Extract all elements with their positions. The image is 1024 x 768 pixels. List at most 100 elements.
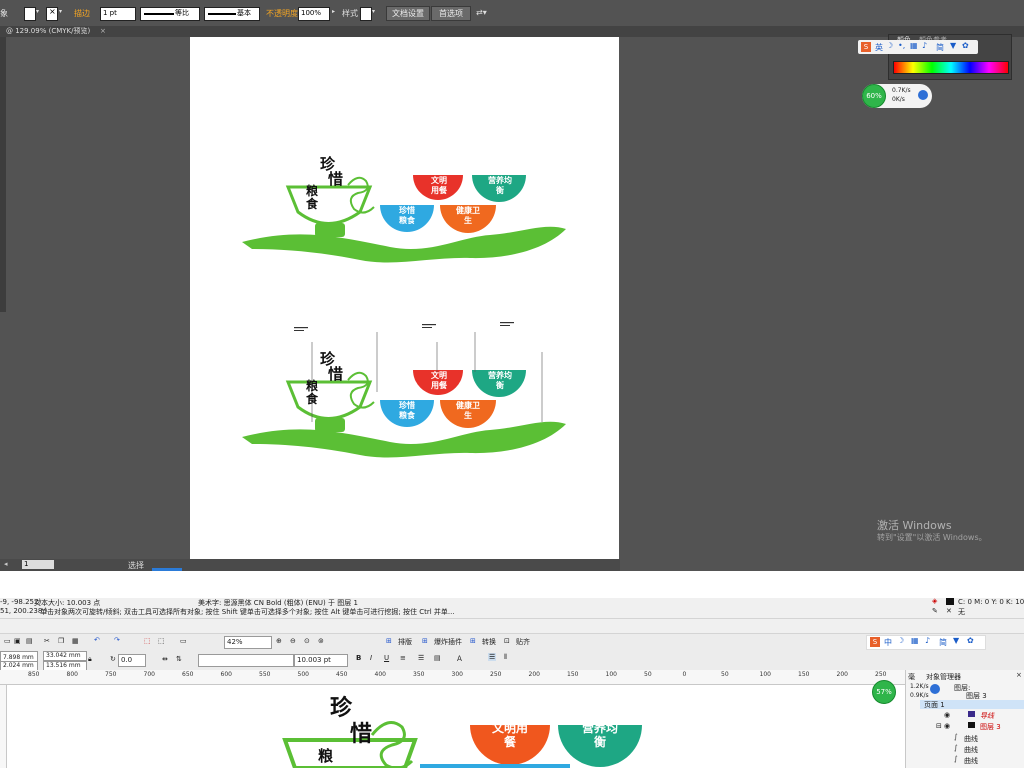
ruler-tick-label: 800 xyxy=(66,671,78,678)
brush-definition[interactable]: 基本 xyxy=(204,7,260,21)
horizontal-text-icon[interactable]: ☰ xyxy=(488,653,497,661)
variable-width-profile[interactable]: 等比 xyxy=(140,7,200,21)
skin-icon[interactable]: ▼ xyxy=(953,636,959,645)
quote-icon[interactable]: •, xyxy=(898,41,905,50)
menu-layout[interactable]: 排版 xyxy=(398,637,412,647)
ruler-tick-label: 50 xyxy=(721,671,729,678)
cut-icon[interactable]: ✂ xyxy=(44,637,50,645)
paste-icon[interactable]: ▦ xyxy=(72,637,79,645)
skin-icon[interactable]: ▼ xyxy=(950,41,956,50)
print-icon[interactable]: ▤ xyxy=(26,637,33,645)
font-size-field[interactable]: 10.003 pt xyxy=(294,654,348,667)
menu-plugin[interactable]: 爆炸插件 xyxy=(434,637,462,647)
menu-convert[interactable]: 转换 xyxy=(482,637,496,647)
color-spectrum[interactable] xyxy=(893,61,1009,74)
object-item[interactable]: 曲线 xyxy=(964,734,978,744)
preferences-button[interactable]: 首选项 xyxy=(431,6,471,21)
zoom-level-dropdown[interactable]: 42% xyxy=(224,636,272,649)
bold-icon[interactable]: B xyxy=(356,654,361,662)
ime-toolbar-2[interactable]: S 中 ☽ ▦ ♪ 简 ▼ ✿ xyxy=(866,635,986,650)
ime-simplified[interactable]: 简 xyxy=(939,637,947,648)
layout-icon[interactable]: ⊞ xyxy=(386,637,392,645)
chevron-down-icon[interactable]: ▾ xyxy=(59,8,62,15)
dropcap-icon[interactable]: ▤ xyxy=(434,654,441,662)
guides-layer[interactable]: 导线 xyxy=(980,711,994,721)
mic-icon[interactable]: ♪ xyxy=(925,636,930,645)
artboard-number-field[interactable]: 1 xyxy=(22,560,54,569)
eye-icon[interactable]: ◉ xyxy=(944,711,950,719)
fill-swatch[interactable] xyxy=(24,7,36,21)
drawing-canvas[interactable]: 珍 惜 粮 文明用餐 营养均衡 xyxy=(0,685,905,768)
application-launcher-icon[interactable]: ▭ xyxy=(180,637,187,645)
stroke-label[interactable]: 描边 xyxy=(74,8,90,19)
chevron-down-icon[interactable]: ▾ xyxy=(36,8,39,15)
menu-snap[interactable]: 贴齐 xyxy=(516,637,530,647)
zoom-out-icon[interactable]: ⊖ xyxy=(290,637,296,645)
eye-icon[interactable]: ◉ xyxy=(944,722,950,730)
ime-language[interactable]: 英 xyxy=(875,42,883,53)
document-setup-button[interactable]: 文档设置 xyxy=(386,6,430,21)
page-row[interactable]: 页面 1 xyxy=(920,700,1024,709)
keyboard-icon[interactable]: ▦ xyxy=(911,636,919,645)
mirror-horizontal-icon[interactable]: ⇹ xyxy=(162,655,168,663)
bullet-icon[interactable]: ☰ xyxy=(418,654,424,662)
ruler-tick-label: 400 xyxy=(374,671,386,678)
graphic-style-swatch[interactable] xyxy=(360,7,372,21)
document-tab[interactable]: @ 129.09% (CMYK/预览) × xyxy=(0,26,1024,37)
opacity-label[interactable]: 不透明度 xyxy=(266,8,298,19)
zoom-in-icon[interactable]: ⊕ xyxy=(276,637,282,645)
new-icon[interactable]: ▭ xyxy=(4,637,11,645)
panel-tab-hint[interactable]: 毫 xyxy=(908,672,915,682)
gear-icon[interactable]: ✿ xyxy=(967,636,974,645)
italic-icon[interactable]: I xyxy=(370,654,372,662)
copy-icon[interactable]: ❐ xyxy=(58,637,64,645)
close-icon[interactable]: × xyxy=(100,26,106,37)
zoom-selection-icon[interactable]: ⊙ xyxy=(304,637,310,645)
save-icon[interactable]: ▣ xyxy=(14,637,21,645)
opacity-field[interactable]: 100% xyxy=(298,7,330,21)
vertical-text-icon[interactable]: ⦀ xyxy=(504,653,507,662)
convert-icon[interactable]: ⊞ xyxy=(470,637,476,645)
outline-none-icon: ✕ xyxy=(946,607,952,615)
underline-icon[interactable]: U xyxy=(384,654,389,662)
snap-icon[interactable]: ⊡ xyxy=(504,637,510,645)
ime-toolbar[interactable]: S 英 ☽ •, ▦ ♪ 简 ▼ ✿ xyxy=(858,40,978,54)
import-icon[interactable]: ⬚ xyxy=(144,637,151,645)
chevron-down-icon[interactable]: ▾ xyxy=(372,8,375,15)
prev-artboard-icon[interactable]: ◂ xyxy=(4,560,8,568)
keyboard-icon[interactable]: ▦ xyxy=(910,41,918,50)
object-item[interactable]: 曲线 xyxy=(964,756,978,766)
font-list-dropdown[interactable] xyxy=(198,654,294,667)
chevron-right-icon[interactable]: ▸ xyxy=(332,8,335,15)
stroke-swatch[interactable]: × xyxy=(46,7,58,21)
width-field[interactable]: 33.042 mm xyxy=(43,651,87,661)
sogou-icon: S xyxy=(861,42,871,52)
object-manager-tab[interactable]: 对象管理器 xyxy=(926,672,961,682)
mic-icon[interactable]: ♪ xyxy=(922,41,927,50)
object-item[interactable]: 曲线 xyxy=(964,745,978,755)
text-properties-icon[interactable]: Ａ xyxy=(456,654,463,664)
export-icon[interactable]: ⬚ xyxy=(158,637,165,645)
zoom-page-icon[interactable]: ⊚ xyxy=(318,637,324,645)
moon-icon[interactable]: ☽ xyxy=(897,636,904,645)
arrange-icon[interactable]: ⇄▾ xyxy=(476,8,487,17)
layer-3[interactable]: 图层 3 xyxy=(980,722,1001,732)
artboard[interactable]: 珍 惜 粮 食 文明用餐 营养均衡 珍惜粮食 健康卫生 珍 惜 粮 食 文明用餐… xyxy=(190,37,619,559)
redo-icon[interactable]: ↷ xyxy=(114,636,120,644)
network-speed-widget[interactable]: 60% 0.7K/s 0K/s xyxy=(862,84,932,108)
ime-simplified[interactable]: 简 xyxy=(936,42,944,53)
fill-swatch[interactable] xyxy=(946,598,954,605)
gear-icon[interactable]: ✿ xyxy=(962,41,969,50)
close-icon[interactable]: × xyxy=(1016,671,1022,679)
undo-icon[interactable]: ↶ xyxy=(94,636,100,644)
mirror-vertical-icon[interactable]: ⇅ xyxy=(176,655,182,663)
lock-ratio-icon[interactable]: 🔒︎ xyxy=(88,655,92,664)
moon-icon[interactable]: ☽ xyxy=(886,41,893,50)
plugin-icon[interactable]: ⊞ xyxy=(422,637,428,645)
align-icon[interactable]: ≡ xyxy=(400,654,406,662)
rotation-field[interactable]: 0.0 xyxy=(118,654,146,667)
ime-chinese-icon[interactable]: 中 xyxy=(884,637,892,648)
download-speed: 0.9K/s xyxy=(910,692,929,699)
stroke-width-field[interactable]: 1 pt xyxy=(100,7,136,21)
collapse-icon[interactable]: ⊟ xyxy=(936,722,942,730)
